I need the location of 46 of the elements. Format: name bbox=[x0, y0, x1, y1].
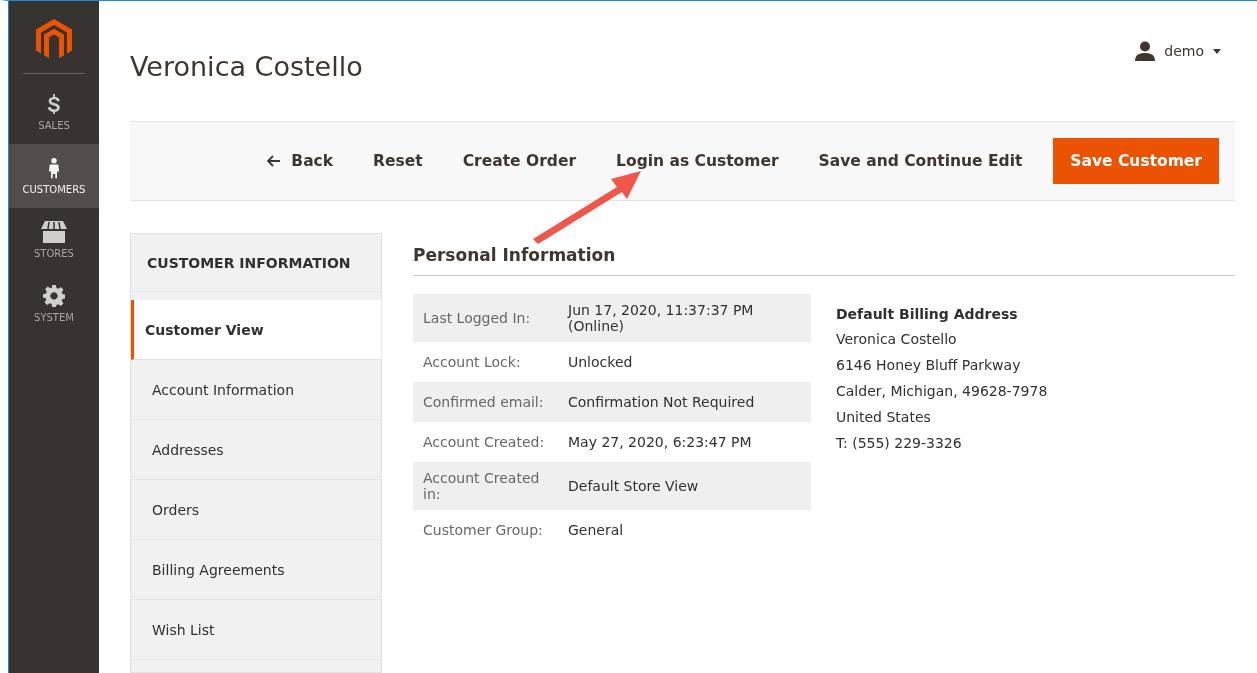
info-value: Unlocked bbox=[567, 354, 634, 370]
toolbar-button[interactable]: Save and Continue Edit bbox=[803, 144, 1038, 178]
toolbar-button[interactable]: Reset bbox=[358, 144, 438, 178]
gear-icon bbox=[43, 285, 65, 307]
info-label: Last Logged In: bbox=[422, 310, 532, 326]
side-tab[interactable]: Account Information bbox=[131, 360, 381, 420]
left-arrow-icon bbox=[267, 155, 282, 167]
side-tab[interactable]: Addresses bbox=[131, 420, 381, 480]
section-title: Personal Information bbox=[413, 245, 1235, 276]
address-line: Veronica Costello bbox=[836, 331, 958, 347]
address-line: United States bbox=[836, 409, 932, 425]
address-line: Calder, Michigan, 49628-7978 bbox=[836, 383, 1048, 399]
sidebar-item[interactable]: SALES bbox=[9, 80, 99, 144]
page-title: Veronica Costello bbox=[130, 50, 363, 82]
hexagon-logo-icon[interactable] bbox=[36, 19, 72, 61]
storefront-icon bbox=[41, 221, 67, 243]
info-label: Account Created: bbox=[422, 434, 546, 450]
dollar-icon bbox=[45, 93, 63, 115]
sidebar-item[interactable]: CUSTOMERS bbox=[9, 144, 99, 208]
user-menu[interactable]: demo bbox=[1135, 41, 1221, 61]
address-line: 6146 Honey Bluff Parkway bbox=[836, 357, 1022, 373]
info-value: May 27, 2020, 6:23:47 PM bbox=[567, 434, 753, 450]
info-value: Jun 17, 2020, 11:37:37 PM (Online) bbox=[566, 302, 755, 334]
info-label: Confirmed email: bbox=[422, 394, 545, 410]
info-label: Account Lock: bbox=[422, 354, 522, 370]
person-icon bbox=[48, 157, 60, 179]
toolbar-button[interactable]: Create Order bbox=[447, 144, 592, 178]
save-customer-button[interactable]: Save Customer bbox=[1053, 138, 1219, 184]
billing-heading: Default Billing Address bbox=[836, 306, 1019, 322]
side-tab[interactable]: Orders bbox=[131, 480, 381, 540]
side-tab[interactable]: Billing Agreements bbox=[131, 540, 381, 600]
address-line: T: (555) 229-3326 bbox=[836, 435, 963, 451]
info-value: Default Store View bbox=[567, 478, 700, 494]
caret-icon bbox=[1213, 48, 1221, 54]
sidebar-item[interactable]: SYSTEM bbox=[9, 272, 99, 336]
tabs-heading: CUSTOMER INFORMATION bbox=[131, 234, 381, 292]
side-tab[interactable]: Customer View bbox=[131, 300, 381, 360]
info-label: Account Created in: bbox=[422, 470, 541, 502]
side-tab[interactable]: Wish List bbox=[131, 600, 381, 660]
back-button[interactable]: Back bbox=[252, 144, 349, 178]
info-value: Confirmation Not Required bbox=[567, 394, 756, 410]
info-label: Customer Group: bbox=[422, 522, 544, 538]
sidebar-item[interactable]: STORES bbox=[9, 208, 99, 272]
user-icon bbox=[1135, 41, 1156, 61]
toolbar-button[interactable]: Login as Customer bbox=[601, 144, 794, 178]
info-value: General bbox=[567, 522, 625, 538]
